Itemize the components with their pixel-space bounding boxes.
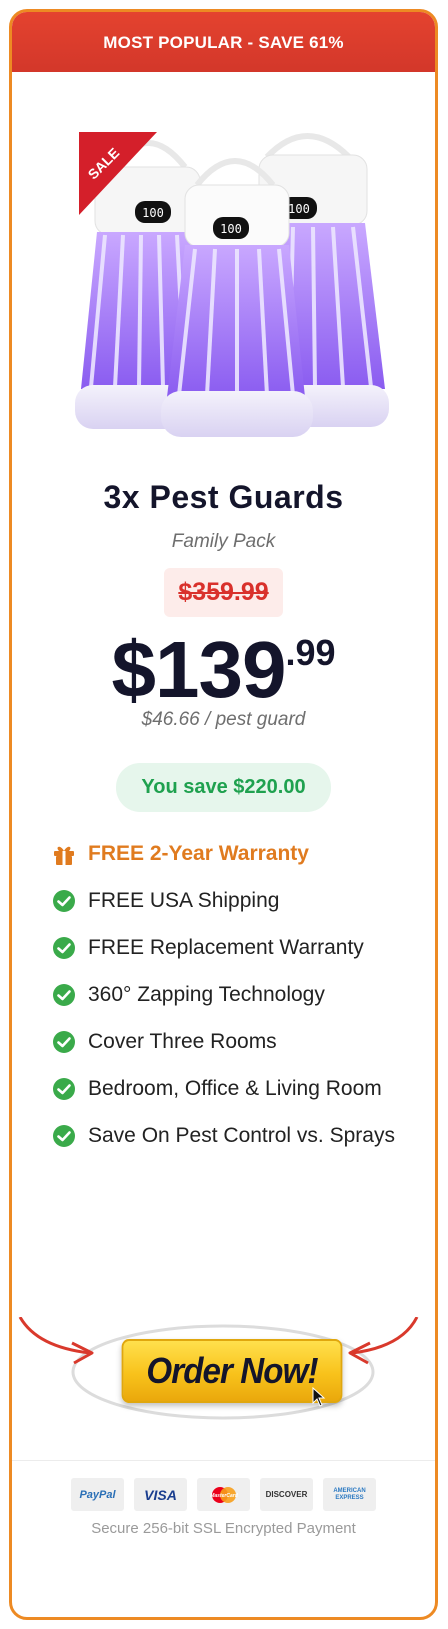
cursor-pointer-icon xyxy=(312,1387,326,1407)
feature-label: Save On Pest Control vs. Sprays xyxy=(88,1124,395,1147)
feature-item: 360° Zapping Technology xyxy=(52,981,422,1009)
feature-item: FREE USA Shipping xyxy=(52,887,422,915)
product-title: 3x Pest Guards xyxy=(103,479,344,515)
lamp-display: 100 xyxy=(220,222,242,236)
feature-label: FREE Replacement Warranty xyxy=(88,936,364,959)
product-subtitle: Family Pack xyxy=(171,531,276,552)
gift-icon xyxy=(54,846,74,865)
feature-label: FREE USA Shipping xyxy=(88,889,280,912)
feature-item: Bedroom, Office & Living Room xyxy=(52,1075,422,1103)
price-cents: .99 xyxy=(285,632,336,673)
mastercard-icon: MasterCard xyxy=(197,1478,250,1511)
price-dollars: $139 xyxy=(111,625,286,714)
paypal-icon: PayPal xyxy=(71,1478,124,1511)
feature-list: FREE 2-Year Warranty FREE USA Shipping F… xyxy=(52,840,422,1169)
check-circle-icon xyxy=(53,1125,75,1147)
visa-icon: VISA xyxy=(134,1478,187,1511)
lamp-display: 100 xyxy=(142,206,164,220)
discover-icon: DISCOVER xyxy=(260,1478,313,1511)
divider xyxy=(12,1460,435,1461)
check-circle-icon xyxy=(53,890,75,912)
lamp-display: 100 xyxy=(288,202,310,216)
feature-label: Bedroom, Office & Living Room xyxy=(88,1077,382,1100)
check-circle-icon xyxy=(53,937,75,959)
order-cta-area: Order Now! xyxy=(12,1317,435,1437)
original-price: $359.99 xyxy=(164,568,283,617)
bug-zapper-lamps-image: 100 100 100 SALE xyxy=(75,132,389,437)
check-circle-icon xyxy=(53,1078,75,1100)
american-express-icon: AMERICAN EXPRESS xyxy=(323,1478,376,1511)
secure-payment-text: Secure 256-bit SSL Encrypted Payment xyxy=(91,1520,356,1537)
feature-item-warranty: FREE 2-Year Warranty xyxy=(52,840,422,868)
payment-methods: PayPal VISA MasterCard DISCOVER AMERICAN… xyxy=(12,1478,435,1511)
feature-label: 360° Zapping Technology xyxy=(88,983,325,1006)
savings-badge: You save $220.00 xyxy=(116,763,331,812)
check-circle-icon xyxy=(53,984,75,1006)
feature-item: Save On Pest Control vs. Sprays xyxy=(52,1122,422,1150)
product-card: MOST POPULAR - SAVE 61% 100 100 100 SALE… xyxy=(9,9,438,1620)
svg-text:MasterCard: MasterCard xyxy=(210,1493,238,1499)
current-price: $139.99 xyxy=(12,624,435,716)
feature-item: Cover Three Rooms xyxy=(52,1028,422,1056)
order-now-button[interactable]: Order Now! xyxy=(121,1339,343,1403)
feature-item: FREE Replacement Warranty xyxy=(52,934,422,962)
feature-label: FREE 2-Year Warranty xyxy=(88,842,309,865)
most-popular-banner: MOST POPULAR - SAVE 61% xyxy=(12,12,435,72)
check-circle-icon xyxy=(53,1031,75,1053)
feature-label: Cover Three Rooms xyxy=(88,1030,277,1053)
per-unit-price: $46.66 / pest guard xyxy=(141,709,306,730)
